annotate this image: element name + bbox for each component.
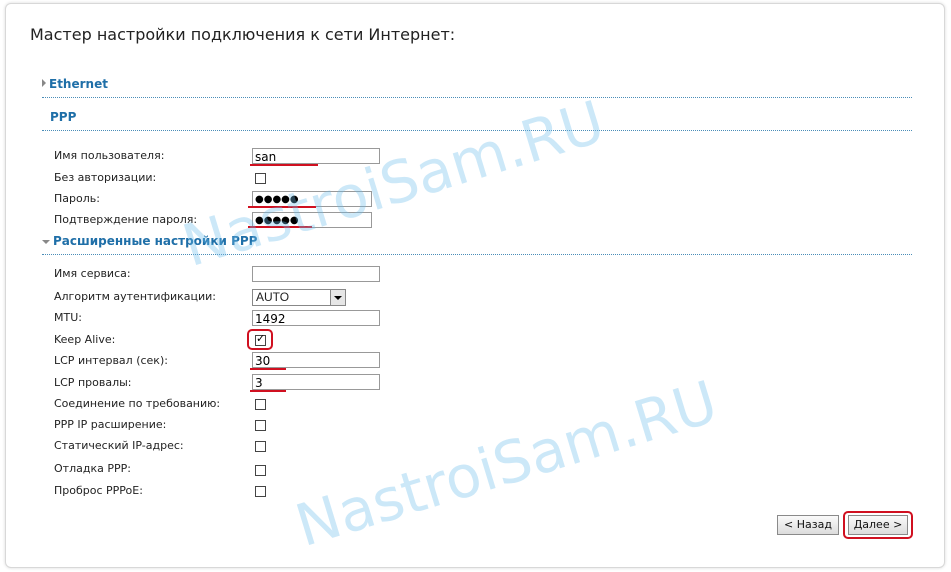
keepalive-label: Keep Alive:	[54, 333, 116, 346]
auth-algorithm-label: Алгоритм аутентификации:	[54, 290, 217, 303]
mtu-label: MTU:	[54, 311, 82, 324]
pppoe-passthrough-checkbox[interactable]	[255, 486, 266, 497]
confirm-password-label: Подтверждение пароля:	[54, 213, 198, 226]
back-button[interactable]: < Назад	[777, 515, 839, 535]
ppp-ip-ext-checkbox[interactable]	[255, 420, 266, 431]
highlight-underline	[248, 226, 312, 228]
password-label: Пароль:	[54, 192, 100, 205]
lcp-interval-input[interactable]: 30	[252, 352, 380, 368]
collapse-arrow-icon	[42, 240, 50, 244]
no-auth-checkbox[interactable]	[255, 173, 266, 184]
lcp-fails-label: LCP провалы:	[54, 376, 132, 389]
static-ip-label: Статический IP-адрес:	[54, 439, 184, 452]
on-demand-label: Соединение по требованию:	[54, 397, 221, 410]
section-ppp: PPP	[42, 110, 912, 131]
expand-arrow-icon	[42, 79, 46, 87]
section-ethernet[interactable]: Ethernet	[42, 77, 912, 98]
password-input[interactable]: ●●●●●	[252, 191, 372, 207]
highlight-ring	[247, 329, 273, 350]
no-auth-label: Без авторизации:	[54, 171, 157, 184]
page-title: Мастер настройки подключения к сети Инте…	[30, 25, 456, 44]
pppoe-passthrough-label: Проброс PPPoE:	[54, 484, 143, 497]
highlight-underline	[250, 368, 286, 370]
ppp-ip-ext-label: PPP IP расширение:	[54, 418, 167, 431]
section-ppp-advanced[interactable]: Расширенные настройки PPP	[42, 234, 912, 255]
section-ppp-advanced-label: Расширенные настройки PPP	[53, 234, 258, 248]
lcp-interval-label: LCP интервал (сек):	[54, 354, 168, 367]
section-ethernet-label: Ethernet	[49, 77, 108, 91]
username-label: Имя пользователя:	[54, 149, 165, 162]
highlight-underline	[250, 164, 318, 166]
highlight-underline	[248, 206, 316, 208]
highlight-underline	[250, 390, 286, 392]
chevron-down-icon[interactable]	[330, 290, 345, 305]
lcp-fails-input[interactable]: 3	[252, 374, 380, 390]
mtu-input[interactable]: 1492	[252, 310, 380, 326]
service-name-label: Имя сервиса:	[54, 267, 131, 280]
section-ppp-label: PPP	[50, 110, 77, 124]
auth-algorithm-value: AUTO	[256, 290, 290, 304]
auth-algorithm-select[interactable]: AUTO	[252, 289, 346, 306]
username-input[interactable]: san	[252, 148, 380, 164]
service-name-input[interactable]	[252, 266, 380, 282]
ppp-debug-checkbox[interactable]	[255, 465, 266, 476]
highlight-ring	[843, 511, 913, 539]
ppp-debug-label: Отладка PPP:	[54, 462, 131, 475]
on-demand-checkbox[interactable]	[255, 399, 266, 410]
static-ip-checkbox[interactable]	[255, 441, 266, 452]
